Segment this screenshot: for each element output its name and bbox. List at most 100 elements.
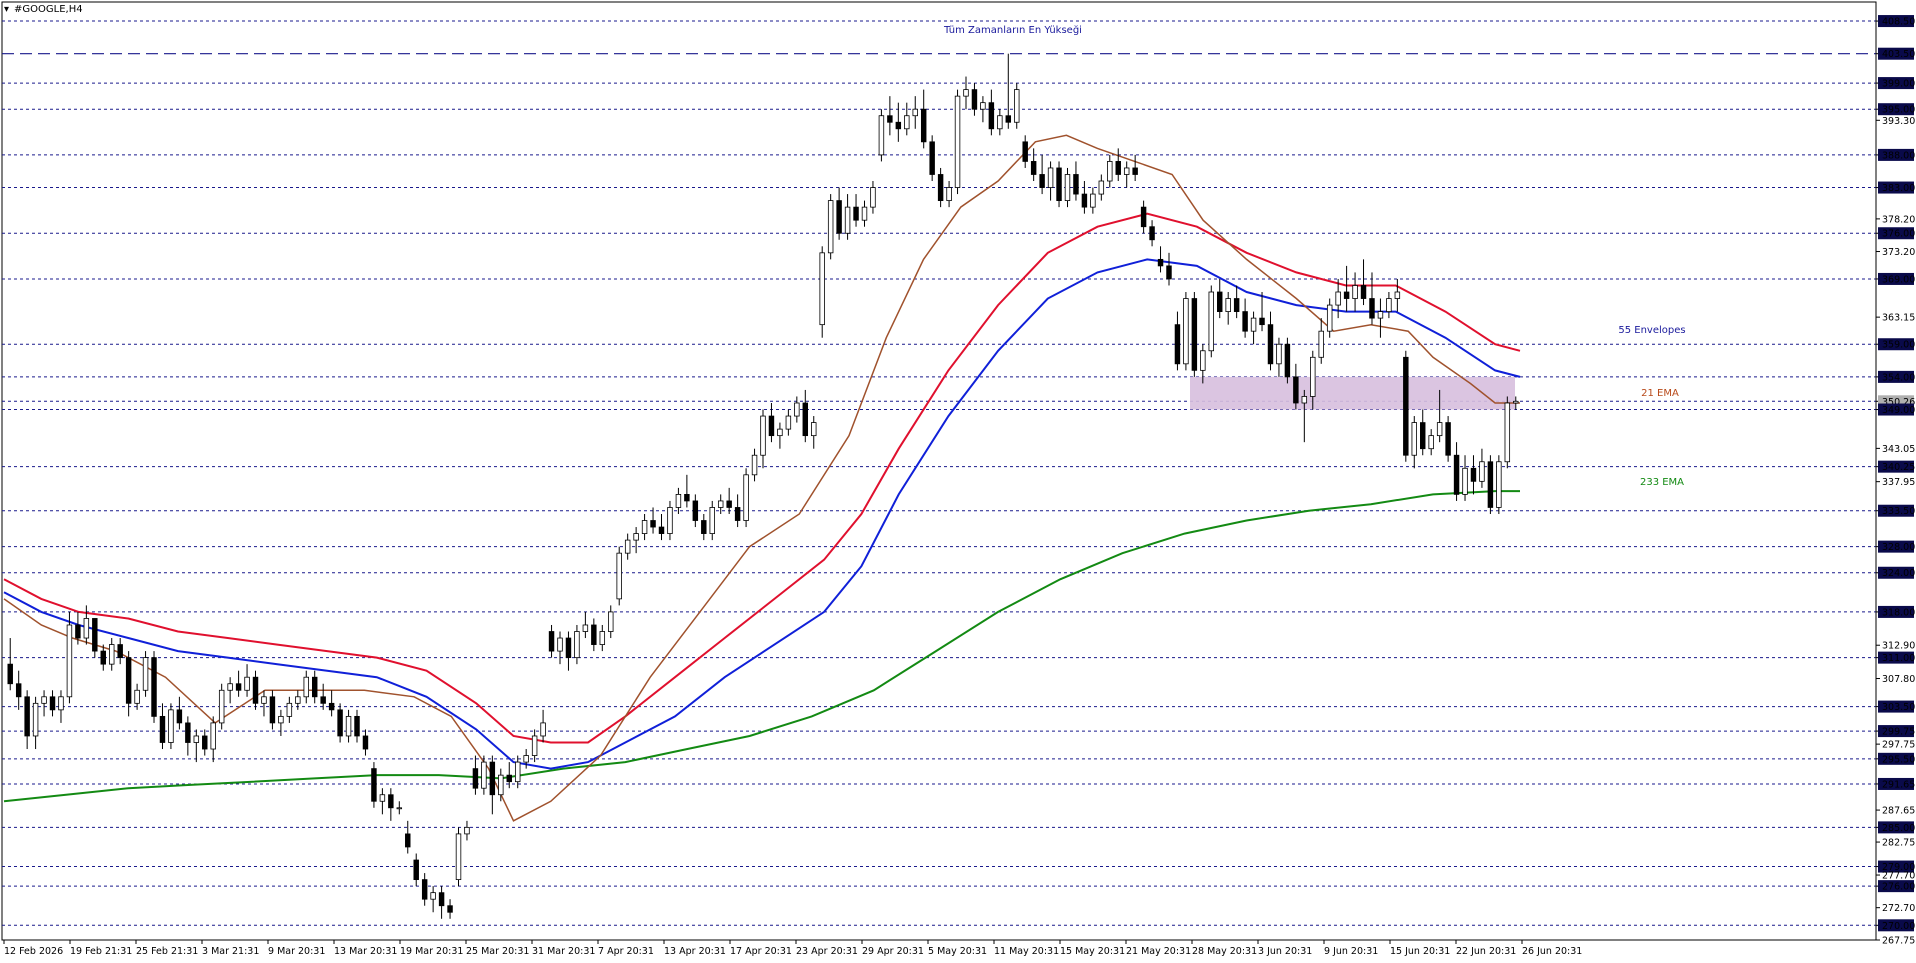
bull-candle-body [1047, 167, 1054, 188]
candle[interactable] [954, 89, 961, 195]
bear-candle-body [1267, 324, 1274, 365]
bear-candle-body [1369, 298, 1375, 319]
time-tick-label: 25 Feb 21:31 [136, 946, 198, 957]
bear-candle-body [548, 631, 555, 652]
price-tick-label: 337.95 [1882, 477, 1915, 488]
bear-candle-body [1293, 376, 1299, 404]
bear-candle-body [1217, 291, 1223, 312]
candle[interactable] [1403, 350, 1409, 462]
price-tick-label: 295.50 [1882, 754, 1915, 765]
candle[interactable] [455, 827, 462, 887]
bull-candle-body [963, 89, 969, 97]
price-tick-label: 376.00 [1882, 229, 1915, 240]
bull-candle-body [1411, 422, 1417, 456]
candle[interactable] [151, 651, 157, 723]
bear-candle-body [202, 735, 208, 750]
price-tick-label: 369.00 [1882, 274, 1915, 285]
bear-candle-body [692, 500, 699, 521]
chart-title-arrow-icon: ▾ [4, 4, 9, 15]
bear-candle-body [354, 715, 360, 737]
candle[interactable] [1487, 455, 1494, 514]
bull-candle-body [514, 761, 521, 783]
bear-candle-body [1166, 265, 1172, 280]
bull-candle-body [794, 402, 800, 417]
bull-candle-body [946, 187, 952, 202]
candle[interactable] [66, 611, 73, 704]
bull-candle-body [641, 520, 648, 534]
bear-candle-body [49, 696, 56, 711]
candle[interactable] [1445, 416, 1451, 462]
bull-candle-body [66, 624, 73, 698]
price-chart[interactable]: Tüm Zamanların En Yükseği 55 Envelopes 21 … [0, 0, 1916, 963]
bear-candle-body [920, 108, 927, 143]
bull-candle-body [1479, 461, 1485, 482]
chart-background-layer [1, 1, 1877, 941]
bear-candle-body [311, 676, 318, 698]
candle[interactable] [929, 135, 935, 182]
candle[interactable] [1504, 396, 1511, 469]
time-tick-label: 29 Apr 20:31 [862, 946, 924, 957]
price-tick-label: 291.65 [1882, 779, 1915, 790]
bull-candle-body [904, 115, 910, 130]
bull-candle-body [210, 722, 216, 750]
candle[interactable] [878, 109, 885, 162]
candle[interactable] [1284, 337, 1291, 384]
bear-candle-body [7, 663, 13, 685]
candle[interactable] [616, 546, 622, 606]
bull-candle-body [997, 115, 1003, 130]
bull-candle-body [624, 539, 631, 554]
candle[interactable] [827, 194, 834, 260]
bear-candle-body [1022, 141, 1028, 162]
time-axis[interactable]: 12 Feb 2026 19 Feb 21:31 25 Feb 21:31 3 Mar… [2, 939, 1876, 957]
candle[interactable] [142, 651, 149, 697]
price-tick-label: 282.75 [1882, 838, 1915, 849]
candle[interactable] [819, 246, 825, 338]
price-tick-label: 408.50 [1882, 17, 1915, 28]
price-tick-label: 297.75 [1882, 740, 1915, 751]
bull-candle-body [1225, 298, 1231, 312]
bull-candle-body [58, 696, 64, 711]
time-tick-label: 15 May 20:31 [1060, 946, 1125, 957]
time-tick-label: 19 Feb 21:31 [70, 946, 132, 957]
bear-candle-body [117, 644, 123, 659]
bull-candle-body [819, 252, 825, 326]
candle[interactable] [1496, 455, 1502, 514]
candle[interactable] [743, 468, 749, 528]
time-tick-label: 28 May 20:31 [1192, 946, 1257, 957]
bull-candle-body [785, 415, 792, 430]
price-tick-label: 388.00 [1882, 150, 1915, 161]
bull-candle-body [1276, 343, 1282, 365]
time-tick-label: 21 May 20:31 [1126, 946, 1191, 957]
candle[interactable] [1056, 161, 1062, 208]
bull-candle-body [109, 644, 115, 665]
bull-candle-body [870, 187, 876, 208]
time-tick-label: 3 Mar 21:31 [202, 946, 259, 957]
bull-candle-body [1377, 311, 1384, 319]
bull-candle-body [1208, 291, 1215, 352]
bear-candle-body [252, 676, 259, 704]
bull-candle-body [430, 892, 436, 900]
bull-candle-body [717, 500, 724, 508]
bear-candle-body [1343, 291, 1350, 299]
price-tick-label: 328.00 [1882, 542, 1915, 553]
bull-candle-body [1504, 402, 1511, 463]
candle[interactable] [218, 683, 225, 730]
resistance-zone[interactable] [1190, 376, 1515, 410]
candle[interactable] [371, 762, 377, 808]
bear-candle-body [15, 683, 22, 698]
time-tick-label: 13 Mar 20:31 [334, 946, 397, 957]
bull-candle-body [345, 715, 352, 737]
candle[interactable] [168, 703, 174, 750]
price-tick-label: 307.80 [1882, 674, 1915, 685]
candle[interactable] [1183, 292, 1189, 371]
candle[interactable] [1191, 292, 1198, 377]
price-tick-label: 318.00 [1882, 607, 1915, 618]
bull-candle-body [244, 676, 250, 691]
bull-candle-body [227, 683, 233, 691]
bull-candle-body [531, 735, 538, 756]
price-axis[interactable]: 408.50 403.50 399.00 395.00393.30 388.00 383.… [1875, 2, 1915, 947]
candle[interactable] [1014, 83, 1020, 129]
bull-candle-body [1436, 422, 1443, 437]
bear-candle-body [937, 174, 944, 202]
candle[interactable] [1208, 285, 1215, 358]
